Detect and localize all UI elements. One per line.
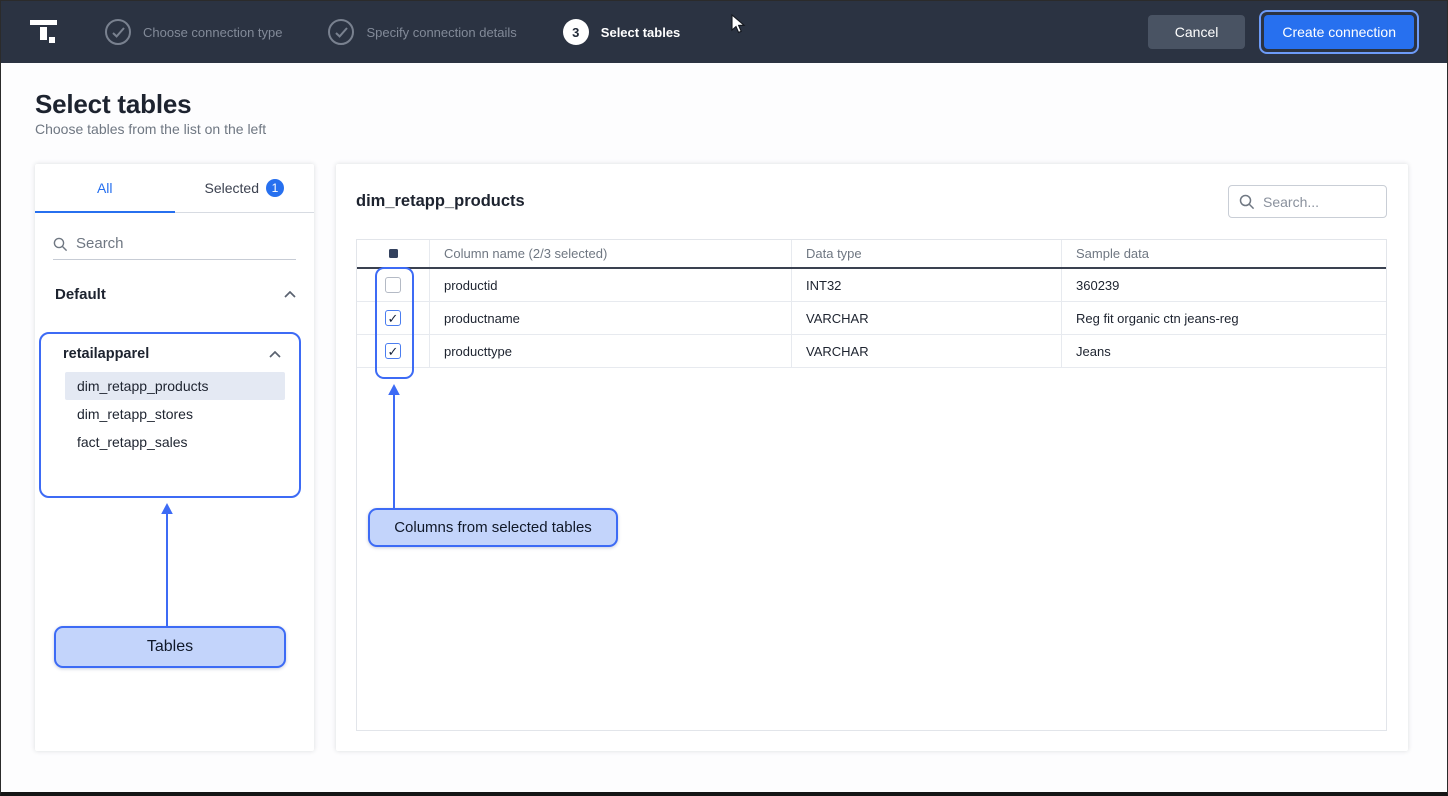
schema-retailapparel[interactable]: retailapparel xyxy=(41,334,299,372)
sidebar-search-input[interactable] xyxy=(76,235,276,252)
step-label: Select tables xyxy=(601,25,681,40)
selected-table-title: dim_retapp_products xyxy=(356,192,525,211)
cell-sample-data: Reg fit organic ctn jeans-reg xyxy=(1062,302,1386,334)
header-data-type: Data type xyxy=(792,240,1062,267)
columns-table: Column name (2/3 selected) Data type Sam… xyxy=(356,239,1387,731)
column-row-productname: productname VARCHAR Reg fit organic ctn … xyxy=(357,302,1386,335)
columns-table-header: Column name (2/3 selected) Data type Sam… xyxy=(357,240,1386,269)
cell-sample-data: Jeans xyxy=(1062,335,1386,367)
columns-callout: Columns from selected tables xyxy=(368,508,618,547)
step-specify-connection-details[interactable]: Specify connection details xyxy=(328,19,516,45)
table-item-label: dim_retapp_stores xyxy=(77,406,193,422)
sidebar-tabs: All Selected 1 xyxy=(35,164,314,213)
tab-all-label: All xyxy=(97,180,113,196)
table-item-dim-retapp-products[interactable]: dim_retapp_products xyxy=(65,372,285,400)
columns-annotation-outline xyxy=(375,267,414,379)
columns-search-input[interactable] xyxy=(1263,194,1373,210)
cell-column-name: producttype xyxy=(430,335,792,367)
columns-panel: dim_retapp_products Column name (2/3 sel… xyxy=(336,164,1408,751)
schema-label: retailapparel xyxy=(63,346,149,362)
cell-data-type: VARCHAR xyxy=(792,335,1062,367)
header-checkbox-cell xyxy=(357,240,430,267)
wizard-topbar: Choose connection type Specify connectio… xyxy=(1,1,1447,63)
app-logo-icon xyxy=(29,19,59,45)
cell-data-type: VARCHAR xyxy=(792,302,1062,334)
column-row-producttype: producttype VARCHAR Jeans xyxy=(357,335,1386,368)
table-item-label: dim_retapp_products xyxy=(77,378,209,394)
step-label: Specify connection details xyxy=(366,25,516,40)
columns-search xyxy=(1228,185,1387,218)
step-done-check-icon xyxy=(328,19,354,45)
group-default-label: Default xyxy=(55,286,106,303)
wizard-steps: Choose connection type Specify connectio… xyxy=(105,19,680,45)
tables-annotation-outline: retailapparel dim_retapp_products dim_re… xyxy=(39,332,301,498)
chevron-up-icon xyxy=(269,351,281,358)
cancel-button[interactable]: Cancel xyxy=(1148,15,1246,49)
search-icon xyxy=(53,237,68,252)
header-sample-data: Sample data xyxy=(1062,240,1386,267)
columns-callout-label: Columns from selected tables xyxy=(394,519,592,536)
search-icon xyxy=(1239,194,1255,210)
cell-column-name: productid xyxy=(430,269,792,301)
app-window: Choose connection type Specify connectio… xyxy=(0,0,1448,796)
step-number: 3 xyxy=(563,19,589,45)
table-item-fact-retapp-sales[interactable]: fact_retapp_sales xyxy=(65,428,285,456)
create-connection-focus-ring: Create connection xyxy=(1259,10,1419,54)
columns-annotation-arrow xyxy=(387,384,401,509)
tab-selected-label: Selected xyxy=(205,180,259,196)
cell-column-name: productname xyxy=(430,302,792,334)
step-select-tables[interactable]: 3 Select tables xyxy=(563,19,681,45)
selected-count-badge: 1 xyxy=(266,179,284,197)
step-done-check-icon xyxy=(105,19,131,45)
page-title: Select tables xyxy=(35,89,191,120)
select-all-checkbox-indeterminate[interactable] xyxy=(389,249,398,258)
sidebar-search xyxy=(53,235,296,260)
column-row-productid: productid INT32 360239 xyxy=(357,269,1386,302)
tab-selected[interactable]: Selected 1 xyxy=(175,164,315,212)
tab-all[interactable]: All xyxy=(35,164,175,212)
topbar-actions: Cancel Create connection xyxy=(1148,10,1419,54)
step-choose-connection-type[interactable]: Choose connection type xyxy=(105,19,282,45)
cell-sample-data: 360239 xyxy=(1062,269,1386,301)
tables-annotation-arrow xyxy=(160,503,174,627)
create-connection-button[interactable]: Create connection xyxy=(1264,15,1414,49)
cell-data-type: INT32 xyxy=(792,269,1062,301)
chevron-up-icon xyxy=(284,291,296,298)
table-item-label: fact_retapp_sales xyxy=(77,434,188,450)
page-subtitle: Choose tables from the list on the left xyxy=(35,121,266,137)
header-column-name: Column name (2/3 selected) xyxy=(430,240,792,267)
step-label: Choose connection type xyxy=(143,25,282,40)
tables-callout: Tables xyxy=(54,626,286,668)
table-item-dim-retapp-stores[interactable]: dim_retapp_stores xyxy=(65,400,285,428)
group-default[interactable]: Default xyxy=(55,286,296,303)
mouse-cursor xyxy=(731,14,746,34)
tables-callout-label: Tables xyxy=(147,638,193,656)
